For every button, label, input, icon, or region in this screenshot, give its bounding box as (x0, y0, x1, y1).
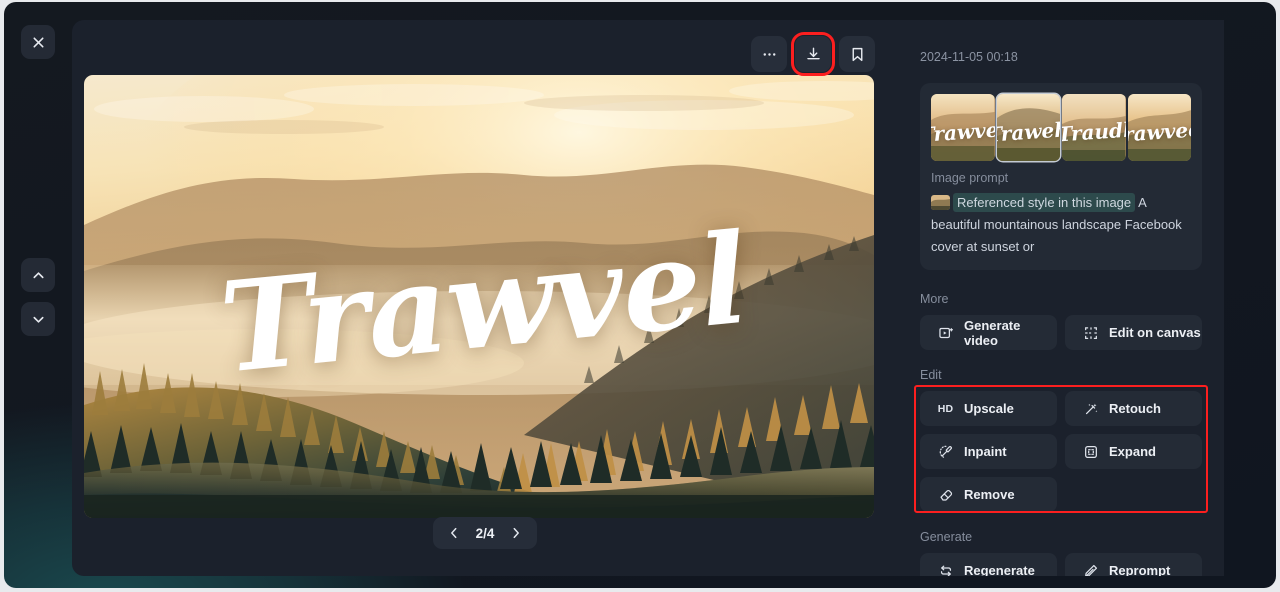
more-button-grid: Generate video Edit on canvas (920, 315, 1202, 350)
pager-count: 2/4 (475, 525, 495, 541)
thumbnail-word: Traudl (1062, 116, 1126, 147)
regenerate-button[interactable]: Regenerate (920, 553, 1057, 576)
download-button[interactable] (791, 32, 835, 76)
thumbnail-word: Trawvel (931, 116, 995, 147)
ellipsis-icon (763, 52, 775, 56)
thumbnail-word: Traweh (996, 116, 1061, 147)
image-pager: 2/4 (433, 517, 537, 549)
pencil-icon (1082, 562, 1099, 576)
main-image[interactable]: Trawvel (84, 75, 874, 518)
more-section-label: More (920, 292, 949, 306)
viewer-toolbar (751, 32, 875, 76)
generate-video-label: Generate video (964, 317, 1021, 348)
refresh-icon (937, 562, 954, 576)
reprompt-label: Reprompt (1109, 563, 1171, 576)
expand-frame-icon (1082, 443, 1099, 460)
pager-next-button[interactable] (503, 520, 529, 546)
inpaint-brush-icon (937, 443, 954, 460)
prompt-body: Referenced style in this image A beautif… (931, 192, 1191, 258)
more-options-button[interactable] (751, 36, 787, 72)
generate-button-grid: Regenerate Reprompt (920, 553, 1202, 576)
upscale-button[interactable]: HD Upscale (920, 391, 1057, 426)
remove-button[interactable]: Remove (920, 477, 1057, 512)
close-button[interactable] (21, 25, 55, 59)
thumbnail-item[interactable]: Traweh (996, 94, 1061, 161)
eraser-icon (937, 486, 954, 503)
content-panel: Trawvel 2/4 2024-11-05 00:18 Trawvel Tra… (72, 20, 1224, 576)
edit-button-grid: HD Upscale Retouch Inpaint Expand Remove (920, 391, 1202, 512)
inpaint-button[interactable]: Inpaint (920, 434, 1057, 469)
generate-video-button[interactable]: Generate video (920, 315, 1057, 350)
remove-label: Remove (964, 487, 1015, 502)
generate-section: Generate Regenerate Reprompt (920, 530, 1202, 576)
image-prompt-card: Trawvel Traweh Traudl Trawveel Image pro… (920, 83, 1202, 270)
edit-section-label: Edit (920, 368, 942, 382)
reprompt-button[interactable]: Reprompt (1065, 553, 1202, 576)
timestamp: 2024-11-05 00:18 (920, 50, 1018, 64)
retouch-button[interactable]: Retouch (1065, 391, 1202, 426)
thumbnail-strip: Trawvel Traweh Traudl Trawveel (931, 94, 1191, 161)
details-sidebar: 2024-11-05 00:18 Trawvel Traweh Traudl T… (898, 20, 1224, 576)
expand-label: Expand (1109, 444, 1156, 459)
expand-button[interactable]: Expand (1065, 434, 1202, 469)
magic-wand-icon (1082, 400, 1099, 417)
close-icon (32, 36, 44, 48)
generate-section-label: Generate (920, 530, 973, 544)
retouch-label: Retouch (1109, 401, 1161, 416)
canvas-crop-icon (1082, 324, 1099, 341)
prompt-label: Image prompt (931, 171, 1009, 185)
regenerate-label: Regenerate (964, 563, 1035, 576)
reference-style-chip: Referenced style in this image (953, 193, 1136, 212)
image-thumbnail-icon-art (931, 195, 950, 210)
landscape-artwork (84, 75, 874, 518)
inpaint-label: Inpaint (964, 444, 1007, 459)
thumbnail-item[interactable]: Trawvel (931, 94, 995, 161)
image-thumbnail-icon (931, 195, 950, 210)
left-rail (4, 2, 72, 588)
app-window: Trawvel 2/4 2024-11-05 00:18 Trawvel Tra… (4, 2, 1276, 588)
image-viewer: Trawvel 2/4 (72, 20, 898, 576)
edit-on-canvas-label: Edit on canvas (1109, 325, 1201, 340)
chevron-down-icon (32, 316, 44, 323)
pager-prev-button[interactable] (441, 520, 467, 546)
more-section: More Generate video Edit on canvas (920, 292, 1202, 350)
download-icon (806, 47, 820, 59)
edit-on-canvas-button[interactable]: Edit on canvas (1065, 315, 1202, 350)
bookmark-icon (852, 47, 862, 61)
bookmark-button[interactable] (839, 36, 875, 72)
chevron-right-icon (513, 527, 519, 539)
video-frame-icon (937, 324, 954, 341)
thumbnail-word: Trawveel (1127, 116, 1192, 147)
chevron-left-icon (451, 527, 457, 539)
chevron-up-icon (32, 271, 44, 278)
scroll-up-button[interactable] (21, 258, 55, 292)
upscale-label: Upscale (964, 401, 1014, 416)
thumbnail-item[interactable]: Traudl (1062, 94, 1126, 161)
edit-section: Edit HD Upscale Retouch Inpaint Expand R… (914, 368, 1208, 513)
hd-badge-icon: HD (937, 402, 954, 415)
thumbnail-item[interactable]: Trawveel (1127, 94, 1192, 161)
scroll-down-button[interactable] (21, 302, 55, 336)
